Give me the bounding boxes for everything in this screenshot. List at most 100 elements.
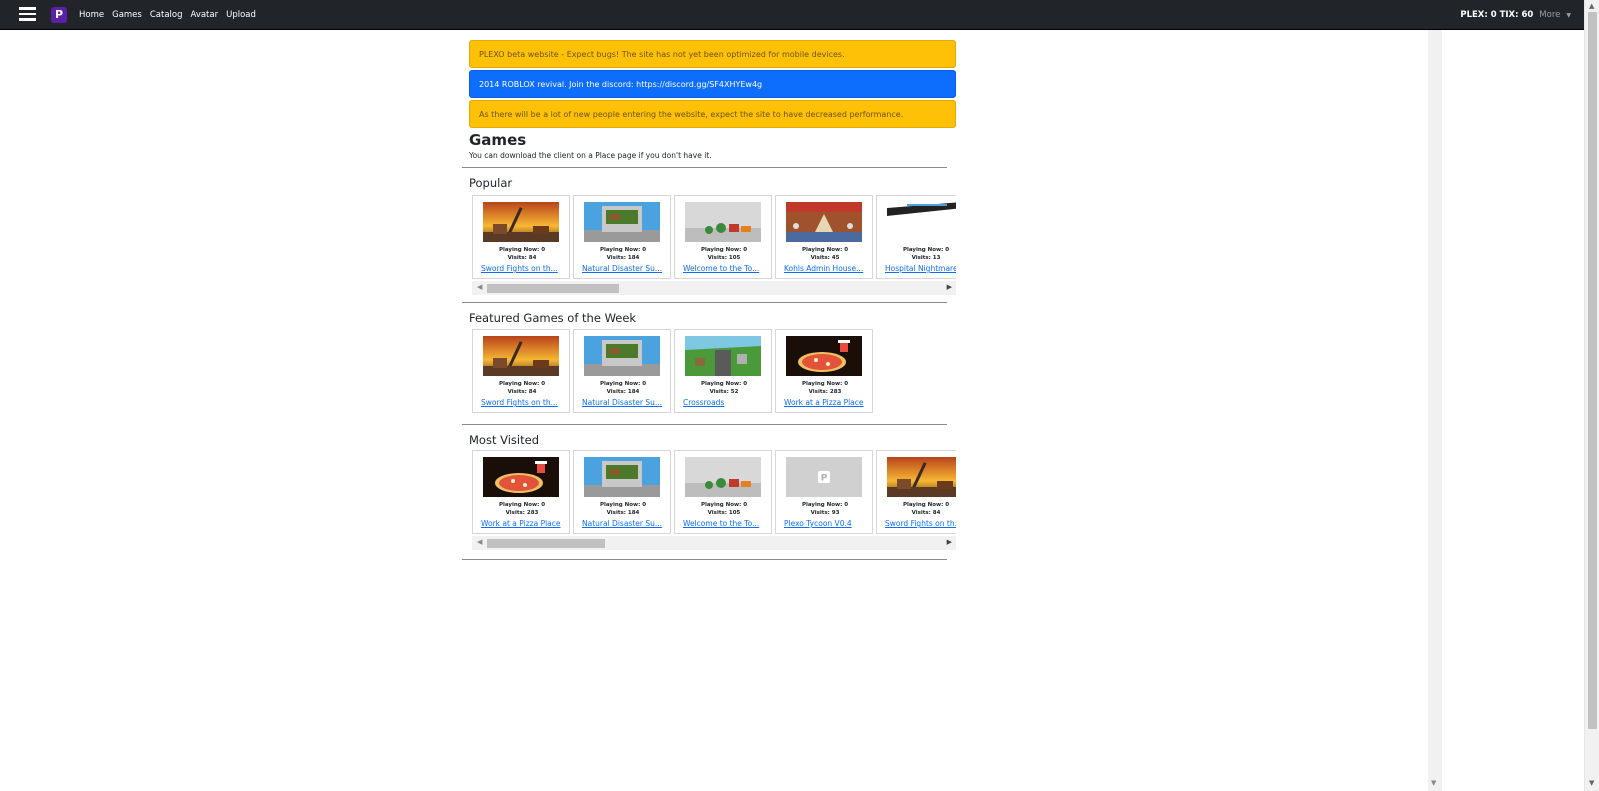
- menu-icon[interactable]: [19, 7, 36, 21]
- svg-text:P: P: [821, 474, 828, 484]
- playing-now: Playing Now: 0: [498, 247, 546, 253]
- game-title-link[interactable]: Kohls Admin House...: [784, 264, 870, 273]
- game-card-natural-disaster-su[interactable]: Playing Now: 0 Visits: 184 Natural Disaste…: [573, 329, 671, 413]
- page-scrollbar-thumb[interactable]: [1588, 12, 1597, 729]
- section-divider: [462, 167, 947, 168]
- featured-title: Featured Games of the Week: [469, 311, 637, 325]
- popular-scrollbar[interactable]: ◀ ▶: [472, 281, 956, 295]
- visits-count: Visits: 84: [507, 389, 537, 395]
- visits-count: Visits: 184: [606, 510, 640, 516]
- scroll-left-icon[interactable]: ◀: [477, 283, 482, 291]
- scroll-left-icon[interactable]: ◀: [477, 538, 482, 546]
- game-title-link[interactable]: Sword Fights on th...: [481, 398, 567, 407]
- content-scrollbar[interactable]: ▼: [1428, 30, 1442, 791]
- game-card-work-at-a-pizza-place[interactable]: Playing Now: 0 Visits: 283 Work at a Pizza…: [775, 329, 873, 413]
- game-title-link[interactable]: Plexo Tycoon V0.4: [784, 519, 870, 528]
- game-card-crossroads[interactable]: Playing Now: 0 Visits: 52 Crossroads: [674, 329, 772, 413]
- visits-count: Visits: 184: [606, 255, 640, 261]
- game-title-link[interactable]: Sword Fights on th...: [885, 519, 956, 528]
- game-title-link[interactable]: Natural Disaster Su...: [582, 398, 668, 407]
- game-stats: Playing Now: 0 Visits: 184: [574, 380, 672, 396]
- game-stats: Playing Now: 0 Visits: 52: [675, 380, 773, 396]
- game-card-welcome-to-the-to[interactable]: Playing Now: 0 Visits: 105 Welcome to the …: [674, 195, 772, 279]
- game-title-link[interactable]: Welcome to the To...: [683, 519, 769, 528]
- playing-now: Playing Now: 0: [498, 381, 546, 387]
- visits-count: Visits: 45: [810, 255, 840, 261]
- scroll-up-icon[interactable]: ▲: [1589, 2, 1594, 10]
- most-visited-scrollbar-thumb[interactable]: [487, 539, 605, 548]
- game-title-link[interactable]: Hospital Nightmare: [885, 264, 956, 273]
- playing-now: Playing Now: 0: [902, 247, 950, 253]
- game-card-hospital-nightmare[interactable]: Playing Now: 0 Visits: 13 Hospital Nightma…: [876, 195, 956, 279]
- most-visited-title: Most Visited: [469, 433, 539, 447]
- sunset-icon[interactable]: [483, 202, 559, 242]
- game-stats: Playing Now: 0 Visits: 105: [675, 501, 773, 517]
- playing-now: Playing Now: 0: [801, 381, 849, 387]
- scroll-right-icon[interactable]: ▶: [947, 538, 952, 546]
- town-icon[interactable]: [685, 457, 761, 497]
- game-card-work-at-a-pizza-place[interactable]: Playing Now: 0 Visits: 283 Work at a Pizza…: [472, 450, 570, 534]
- game-title-link[interactable]: Welcome to the To...: [683, 264, 769, 273]
- game-title-link[interactable]: Work at a Pizza Place: [784, 398, 870, 407]
- scroll-right-icon[interactable]: ▶: [947, 283, 952, 291]
- nav-upload-link[interactable]: Upload: [226, 10, 256, 20]
- game-title-link[interactable]: Natural Disaster Su...: [582, 519, 668, 528]
- visits-count: Visits: 283: [808, 389, 842, 395]
- island-icon[interactable]: [584, 336, 660, 376]
- visits-count: Visits: 84: [911, 510, 941, 516]
- game-stats: Playing Now: 0 Visits: 93: [776, 501, 874, 517]
- visits-count: Visits: 84: [507, 255, 537, 261]
- town-icon[interactable]: [685, 202, 761, 242]
- scroll-down-icon[interactable]: ▼: [1589, 779, 1594, 787]
- playing-now: Playing Now: 0: [700, 502, 748, 508]
- island-icon[interactable]: [584, 202, 660, 242]
- currency-balance: PLEX: 0 TIX: 60: [1460, 10, 1534, 20]
- game-title-link[interactable]: Crossroads: [683, 398, 769, 407]
- hospital-icon[interactable]: [887, 202, 956, 242]
- nav-catalog-link[interactable]: Catalog: [150, 10, 183, 20]
- placeholder-logo-icon[interactable]: P: [786, 457, 862, 497]
- visits-count: Visits: 105: [707, 255, 741, 261]
- game-card-plexo-tycoon-v0-4[interactable]: P Playing Now: 0 Visits: 93 Plexo Tycoon V0…: [775, 450, 873, 534]
- popular-scrollbar-thumb[interactable]: [487, 284, 619, 293]
- pizza-icon[interactable]: [483, 457, 559, 497]
- visits-count: Visits: 13: [911, 255, 941, 261]
- nav-home-link[interactable]: Home: [79, 10, 104, 20]
- nav-games-link[interactable]: Games: [112, 10, 142, 20]
- game-card-sword-fights-on-th[interactable]: Playing Now: 0 Visits: 84 Sword Fights on …: [472, 329, 570, 413]
- nav-right: PLEX: 0 TIX: 60 More ▼: [1460, 0, 1571, 30]
- playing-now: Playing Now: 0: [801, 502, 849, 508]
- visits-count: Visits: 283: [505, 510, 539, 516]
- house-icon[interactable]: [786, 202, 862, 242]
- game-card-natural-disaster-su[interactable]: Playing Now: 0 Visits: 184 Natural Disaste…: [573, 450, 671, 534]
- more-dropdown[interactable]: More: [1539, 10, 1560, 20]
- popular-games-row: Playing Now: 0 Visits: 84 Sword Fights on …: [472, 195, 956, 280]
- game-title-link[interactable]: Work at a Pizza Place: [481, 519, 567, 528]
- game-stats: Playing Now: 0 Visits: 84: [877, 501, 956, 517]
- plexo-logo[interactable]: P: [51, 7, 67, 23]
- page-scrollbar[interactable]: ▲ ▼: [1584, 0, 1599, 791]
- page-title: Games: [469, 131, 527, 149]
- caret-down-icon[interactable]: ▼: [1566, 12, 1571, 19]
- scroll-down-icon[interactable]: ▼: [1431, 779, 1436, 787]
- most-visited-scrollbar[interactable]: ◀ ▶: [472, 536, 956, 550]
- crossroads-icon[interactable]: [685, 336, 761, 376]
- playing-now: Playing Now: 0: [599, 381, 647, 387]
- pizza-icon[interactable]: [786, 336, 862, 376]
- game-stats: Playing Now: 0 Visits: 283: [473, 501, 571, 517]
- game-stats: Playing Now: 0 Visits: 84: [473, 246, 571, 262]
- nav-avatar-link[interactable]: Avatar: [191, 10, 219, 20]
- playing-now: Playing Now: 0: [599, 247, 647, 253]
- game-card-sword-fights-on-th[interactable]: Playing Now: 0 Visits: 84 Sword Fights on …: [876, 450, 956, 534]
- game-card-kohls-admin-house[interactable]: Playing Now: 0 Visits: 45 Kohls Admin Hous…: [775, 195, 873, 279]
- island-icon[interactable]: [584, 457, 660, 497]
- sunset-icon[interactable]: [887, 457, 956, 497]
- game-card-sword-fights-on-th[interactable]: Playing Now: 0 Visits: 84 Sword Fights on …: [472, 195, 570, 279]
- game-card-welcome-to-the-to[interactable]: Playing Now: 0 Visits: 105 Welcome to the …: [674, 450, 772, 534]
- sunset-icon[interactable]: [483, 336, 559, 376]
- game-title-link[interactable]: Natural Disaster Su...: [582, 264, 668, 273]
- visits-count: Visits: 184: [606, 389, 640, 395]
- playing-now: Playing Now: 0: [801, 247, 849, 253]
- game-title-link[interactable]: Sword Fights on th...: [481, 264, 567, 273]
- game-card-natural-disaster-su[interactable]: Playing Now: 0 Visits: 184 Natural Disaste…: [573, 195, 671, 279]
